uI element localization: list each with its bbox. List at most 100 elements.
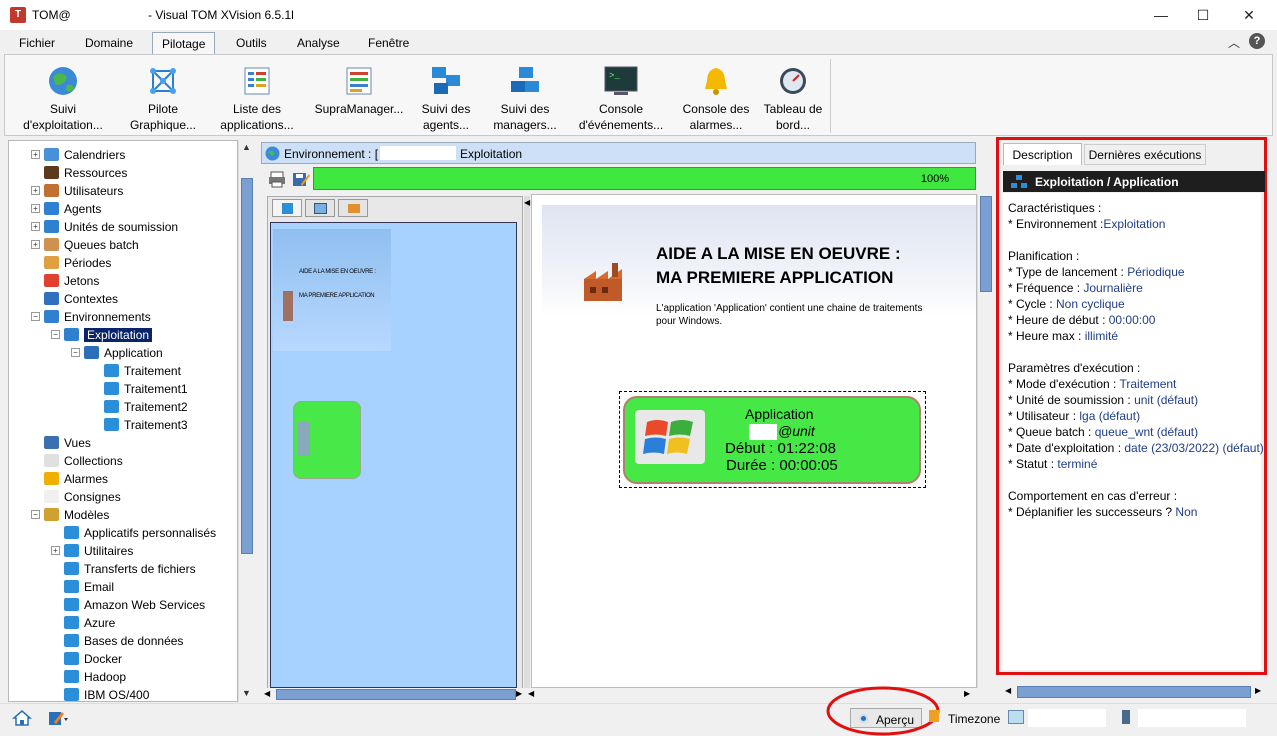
tree-item[interactable]: Contextes [31, 289, 118, 307]
close-button[interactable]: ✕ [1226, 0, 1272, 30]
tree-node-icon [44, 166, 59, 180]
print-icon[interactable] [268, 170, 286, 188]
scroll-right-icon[interactable]: ▶ [1255, 686, 1261, 695]
tree-item[interactable]: Collections [31, 451, 123, 469]
scroll-left-icon[interactable]: ◀ [1005, 686, 1011, 695]
scroll-down-icon[interactable]: ▼ [242, 688, 251, 698]
ribbon-tableau-bord-button[interactable]: Tableau de bord... [753, 61, 833, 137]
help-icon[interactable]: ? [1249, 33, 1265, 49]
ribbon-console-alarmes-button[interactable]: Console des alarmes... [671, 61, 761, 137]
date-field[interactable] [1028, 709, 1106, 727]
tree-item[interactable]: Périodes [31, 253, 111, 271]
properties-scroll-thumb[interactable] [1017, 686, 1251, 698]
tree-item[interactable]: Jetons [31, 271, 99, 289]
tree-expander-icon[interactable]: + [31, 240, 40, 250]
tree-item[interactable]: Vues [31, 433, 91, 451]
tree-item[interactable]: Transferts de fichiers [51, 559, 196, 577]
tree-item[interactable]: Traitement1 [91, 379, 188, 397]
scroll-left-icon-2[interactable]: ◀ [528, 689, 534, 698]
tree-expander-icon[interactable]: − [31, 510, 40, 520]
menu-fichier[interactable]: Fichier [19, 36, 55, 50]
tree-item[interactable]: − Environnements [31, 307, 151, 325]
tree-item[interactable]: Alarmes [31, 469, 108, 487]
tree-item[interactable]: + Unités de soumission [31, 217, 178, 235]
tree-item[interactable]: + Calendriers [31, 145, 125, 163]
overview-thumbnail[interactable]: AIDE A LA MISE EN OEUVRE : MA PREMIERE A… [270, 222, 517, 688]
tree-expander-icon[interactable]: − [71, 348, 80, 358]
tree-expander-icon[interactable]: + [31, 204, 40, 214]
ribbon-console-evenements-button[interactable]: >_ Console d'événements... [571, 61, 671, 137]
tree-expander-icon[interactable]: + [31, 186, 40, 196]
tree-item[interactable]: Consignes [31, 487, 121, 505]
tree-item[interactable]: Azure [51, 613, 115, 631]
server-field[interactable] [1138, 709, 1246, 727]
tree-item[interactable]: + Utilitaires [51, 541, 133, 559]
ribbon-suivi-exploitation-button[interactable]: Suivi d'exploitation... [17, 61, 109, 137]
tree-expander-icon[interactable]: − [51, 330, 60, 340]
tree-scrollbar[interactable]: ▲ ▼ [238, 140, 254, 702]
menu-pilotage[interactable]: Pilotage [152, 32, 216, 55]
ribbon-suivi-managers-button[interactable]: Suivi des managers... [479, 61, 571, 137]
edit-dropdown-icon[interactable] [48, 710, 68, 726]
tree-item-label: Azure [84, 615, 116, 630]
tab-dernieres-executions[interactable]: Dernières exécutions [1084, 144, 1206, 165]
tree-node-icon [64, 616, 79, 630]
tree-node-icon [64, 652, 79, 666]
tree-item[interactable]: Traitement2 [91, 397, 188, 415]
tree-expander-icon[interactable]: + [31, 150, 40, 160]
ribbon-supramanager-button[interactable]: SupraManager... [305, 61, 413, 137]
property-key: * Statut : [1008, 457, 1058, 471]
tree-item[interactable]: Ressources [31, 163, 127, 181]
tree-item[interactable]: Amazon Web Services [51, 595, 205, 613]
tree-item[interactable]: Applicatifs personnalisés [51, 523, 216, 541]
properties-hscrollbar[interactable]: ◀ ▶ [1003, 684, 1265, 700]
menu-outils[interactable]: Outils [236, 36, 267, 50]
application-node[interactable]: Application @unit Début : 01:22:08 Durée… [623, 396, 921, 484]
menu-fenetre[interactable]: Fenêtre [368, 36, 409, 50]
tree-item[interactable]: Bases de données [51, 631, 183, 649]
collapse-ribbon-icon[interactable]: ︿ [1228, 34, 1240, 51]
doc-scroll-thumb[interactable] [980, 196, 992, 292]
tab-description[interactable]: Description [1003, 143, 1082, 165]
tree-item[interactable]: + Utilisateurs [31, 181, 123, 199]
ribbon-pilote-graphique-button[interactable]: Pilote Graphique... [117, 61, 209, 137]
h-scroll-thumb[interactable] [276, 689, 516, 700]
overview-tab-tree[interactable] [272, 199, 302, 217]
overview-tab-queue[interactable] [338, 199, 368, 217]
tree-item[interactable]: + Queues batch [31, 235, 139, 253]
tree-node-icon [44, 256, 59, 270]
tree-expander-icon[interactable]: + [51, 546, 60, 556]
home-icon[interactable] [12, 710, 32, 726]
tree-item[interactable]: Traitement [91, 361, 181, 379]
tree-expander-icon[interactable]: − [31, 312, 40, 322]
tree-item[interactable]: − Exploitation [51, 325, 153, 343]
tree-item[interactable]: Traitement3 [91, 415, 188, 433]
splitter[interactable]: ◀ [524, 196, 530, 690]
tree-item[interactable]: − Modèles [31, 505, 109, 523]
edit-save-icon[interactable] [292, 170, 310, 188]
navigation-tree[interactable]: + Calendriers Ressources + Utilisateurs + Agen… [8, 140, 238, 702]
tree-item[interactable]: Docker [51, 649, 122, 667]
tree-item[interactable]: + Agents [31, 199, 101, 217]
scroll-up-icon[interactable]: ▲ [242, 142, 251, 152]
network-graph-icon [146, 65, 180, 97]
ribbon-liste-applications-button[interactable]: Liste des applications... [211, 61, 303, 137]
maximize-button[interactable]: ☐ [1180, 0, 1226, 30]
scroll-right-icon[interactable]: ▶ [516, 689, 522, 698]
tree-item[interactable]: IBM OS/400 [51, 685, 149, 701]
overview-tab-calendar[interactable] [305, 199, 335, 217]
tree-node-icon [44, 274, 59, 288]
tree-item[interactable]: Hadoop [51, 667, 126, 685]
scroll-left-icon[interactable]: ◀ [264, 689, 270, 698]
menu-analyse[interactable]: Analyse [297, 36, 340, 50]
tree-item[interactable]: Email [51, 577, 114, 595]
menu-domaine[interactable]: Domaine [85, 36, 133, 50]
doc-scrollbar[interactable] [977, 194, 993, 688]
minimize-button[interactable]: — [1138, 0, 1184, 30]
tree-expander-icon[interactable]: + [31, 222, 40, 232]
tree-item[interactable]: − Application [71, 343, 163, 361]
scroll-right-icon-2[interactable]: ▶ [964, 689, 970, 698]
tree-scroll-thumb[interactable] [241, 178, 253, 554]
tree-node-icon [44, 184, 59, 198]
property-key: * Heure de début : [1008, 313, 1109, 327]
